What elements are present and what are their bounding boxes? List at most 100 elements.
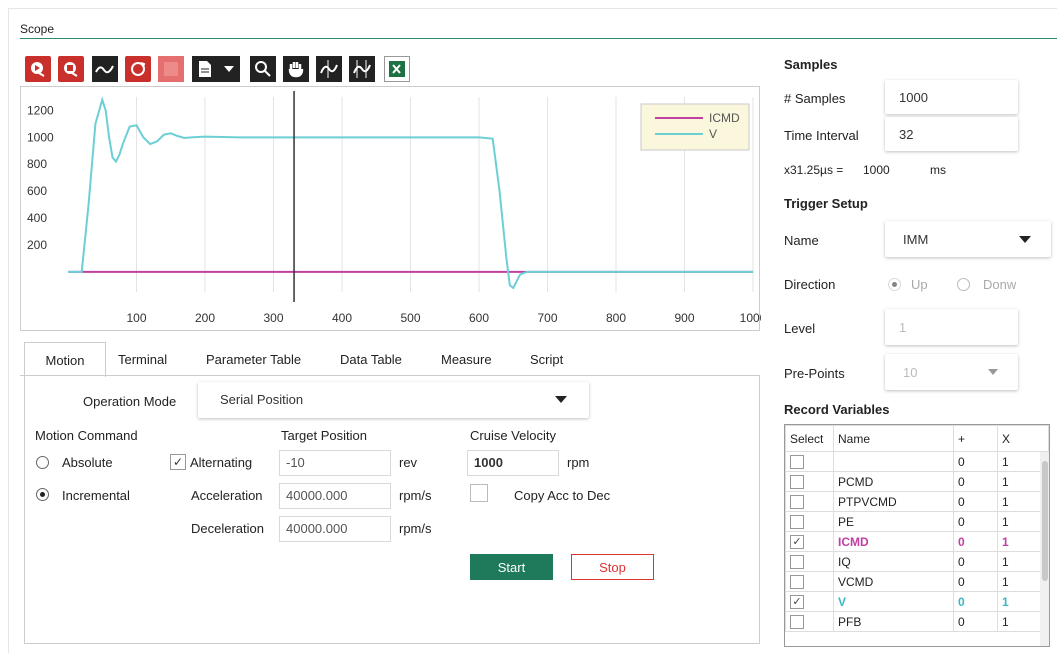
- row-checkbox[interactable]: [790, 474, 804, 489]
- acceleration-input[interactable]: 40000.000: [279, 483, 391, 509]
- row-checkbox[interactable]: [790, 494, 804, 509]
- row-checkbox[interactable]: [790, 574, 804, 589]
- direction-down-radio[interactable]: [957, 278, 970, 291]
- table-row[interactable]: IQ 0 1: [785, 551, 1049, 572]
- stop-button[interactable]: Stop: [571, 554, 654, 580]
- conv-label: x31.25µs =: [784, 163, 844, 177]
- row-plus: 0: [953, 491, 998, 512]
- row-checkbox[interactable]: ✓: [790, 534, 804, 549]
- row-select-cell[interactable]: [785, 571, 834, 592]
- row-name: PCMD: [833, 471, 954, 492]
- level-input[interactable]: 1: [885, 309, 1018, 345]
- row-plus: 0: [953, 571, 998, 592]
- cursor-wave-button[interactable]: [316, 56, 342, 82]
- copy-acc-checkbox[interactable]: [470, 484, 488, 502]
- row-checkbox[interactable]: [790, 514, 804, 529]
- row-name: VCMD: [833, 571, 954, 592]
- trigger-name-label: Name: [784, 233, 819, 248]
- absolute-label: Absolute: [62, 455, 113, 470]
- target-position-unit: rev: [399, 455, 418, 470]
- row-select-cell[interactable]: [785, 451, 834, 472]
- tab-terminal[interactable]: Terminal: [118, 342, 167, 376]
- chevron-down-icon: [555, 396, 567, 403]
- alternating-label: Alternating: [190, 455, 253, 470]
- deceleration-unit: rpm/s: [399, 521, 432, 536]
- operation-mode-select[interactable]: Serial Position: [198, 382, 589, 418]
- direction-label: Direction: [784, 277, 836, 292]
- absolute-radio[interactable]: [36, 456, 49, 469]
- prepoints-select[interactable]: 10: [885, 354, 1018, 390]
- cursor-wave-icon: [320, 60, 338, 78]
- zoom-button[interactable]: [250, 56, 276, 82]
- chart-svg: 100 200 300 400 500 600 700 800 900 1000 200 400 600…: [27, 91, 761, 325]
- row-checkbox[interactable]: [790, 614, 804, 629]
- title-underline: [20, 38, 1057, 39]
- row-checkbox[interactable]: ✓: [790, 594, 804, 609]
- table-row[interactable]: PFB 0 1: [785, 611, 1049, 632]
- row-select-cell[interactable]: [785, 611, 834, 632]
- incremental-radio[interactable]: [36, 488, 49, 501]
- alternating-checkbox[interactable]: ✓: [170, 454, 186, 470]
- window-left-border: [8, 8, 9, 653]
- x-tick-label: 400: [332, 311, 352, 325]
- time-interval-input[interactable]: 32: [885, 117, 1018, 151]
- row-select-cell[interactable]: [785, 551, 834, 572]
- direction-down-label: Donw: [983, 277, 1017, 292]
- chevron-down-icon: [224, 66, 234, 72]
- row-name: PFB: [833, 611, 954, 632]
- row-select-cell[interactable]: ✓: [785, 531, 834, 552]
- file-menu-button[interactable]: [192, 56, 240, 82]
- start-button[interactable]: Start: [470, 554, 553, 580]
- stop-button-toolbar[interactable]: [158, 56, 184, 82]
- refresh-icon: [131, 62, 146, 76]
- row-select-cell[interactable]: [785, 491, 834, 512]
- wave-button[interactable]: [92, 56, 118, 82]
- tab-data-table[interactable]: Data Table: [340, 342, 402, 376]
- table-row[interactable]: 01: [785, 451, 1049, 472]
- row-select-cell[interactable]: [785, 511, 834, 532]
- col-select: Select: [785, 425, 834, 452]
- table-scrollbar-thumb[interactable]: [1042, 461, 1048, 581]
- y-tick-label: 1000: [27, 130, 54, 144]
- direction-up-label: Up: [911, 277, 928, 292]
- row-select-cell[interactable]: ✓: [785, 591, 834, 612]
- deceleration-label: Deceleration: [191, 521, 264, 536]
- acceleration-unit: rpm/s: [399, 488, 432, 503]
- record-button[interactable]: [25, 56, 51, 82]
- table-row[interactable]: ✓ ICMD 0 1: [785, 531, 1049, 552]
- cruise-velocity-input[interactable]: 1000: [467, 450, 559, 476]
- table-row[interactable]: ✓ V 0 1: [785, 591, 1049, 612]
- table-row[interactable]: PTPVCMD 0 1: [785, 491, 1049, 512]
- trigger-name-value: IMM: [903, 232, 929, 247]
- row-checkbox[interactable]: [790, 554, 804, 569]
- tab-motion[interactable]: Motion: [24, 342, 106, 377]
- row-select-cell[interactable]: [785, 471, 834, 492]
- tab-measure[interactable]: Measure: [441, 342, 492, 376]
- operation-mode-label: Operation Mode: [83, 394, 177, 409]
- cursor-bar-button[interactable]: [349, 56, 375, 82]
- target-position-input[interactable]: -10: [279, 450, 391, 476]
- wave-icon: [95, 65, 114, 74]
- pan-button[interactable]: [283, 56, 309, 82]
- tab-parameter-table[interactable]: Parameter Table: [206, 342, 301, 376]
- num-samples-input[interactable]: 1000: [885, 80, 1018, 114]
- table-row[interactable]: PE 0 1: [785, 511, 1049, 532]
- operation-mode-value: Serial Position: [220, 392, 304, 407]
- num-samples-label: # Samples: [784, 91, 846, 106]
- tab-script[interactable]: Script: [530, 342, 563, 376]
- record-variables-table: Select Name + X 0 1 PCMD 0 1 PTPVCMD 0 1 PE 0 1 ✓ IC…: [784, 424, 1050, 647]
- x-tick-label: 700: [537, 311, 557, 325]
- table-row[interactable]: PCMD 0 1: [785, 471, 1049, 492]
- excel-export-button[interactable]: [384, 56, 410, 82]
- deceleration-input[interactable]: 40000.000: [279, 516, 391, 542]
- record-stop-button[interactable]: [58, 56, 84, 82]
- row-checkbox[interactable]: [790, 454, 804, 469]
- record-variables-title: Record Variables: [784, 402, 890, 417]
- row-plus: 0: [953, 591, 998, 612]
- prepoints-label: Pre-Points: [784, 366, 845, 381]
- scope-chart[interactable]: 100 200 300 400 500 600 700 800 900 1000 200 400 600…: [20, 86, 761, 331]
- direction-up-radio[interactable]: [888, 278, 901, 291]
- refresh-button[interactable]: [125, 56, 151, 82]
- trigger-name-select[interactable]: IMM: [885, 221, 1051, 257]
- table-row[interactable]: VCMD 0 1: [785, 571, 1049, 592]
